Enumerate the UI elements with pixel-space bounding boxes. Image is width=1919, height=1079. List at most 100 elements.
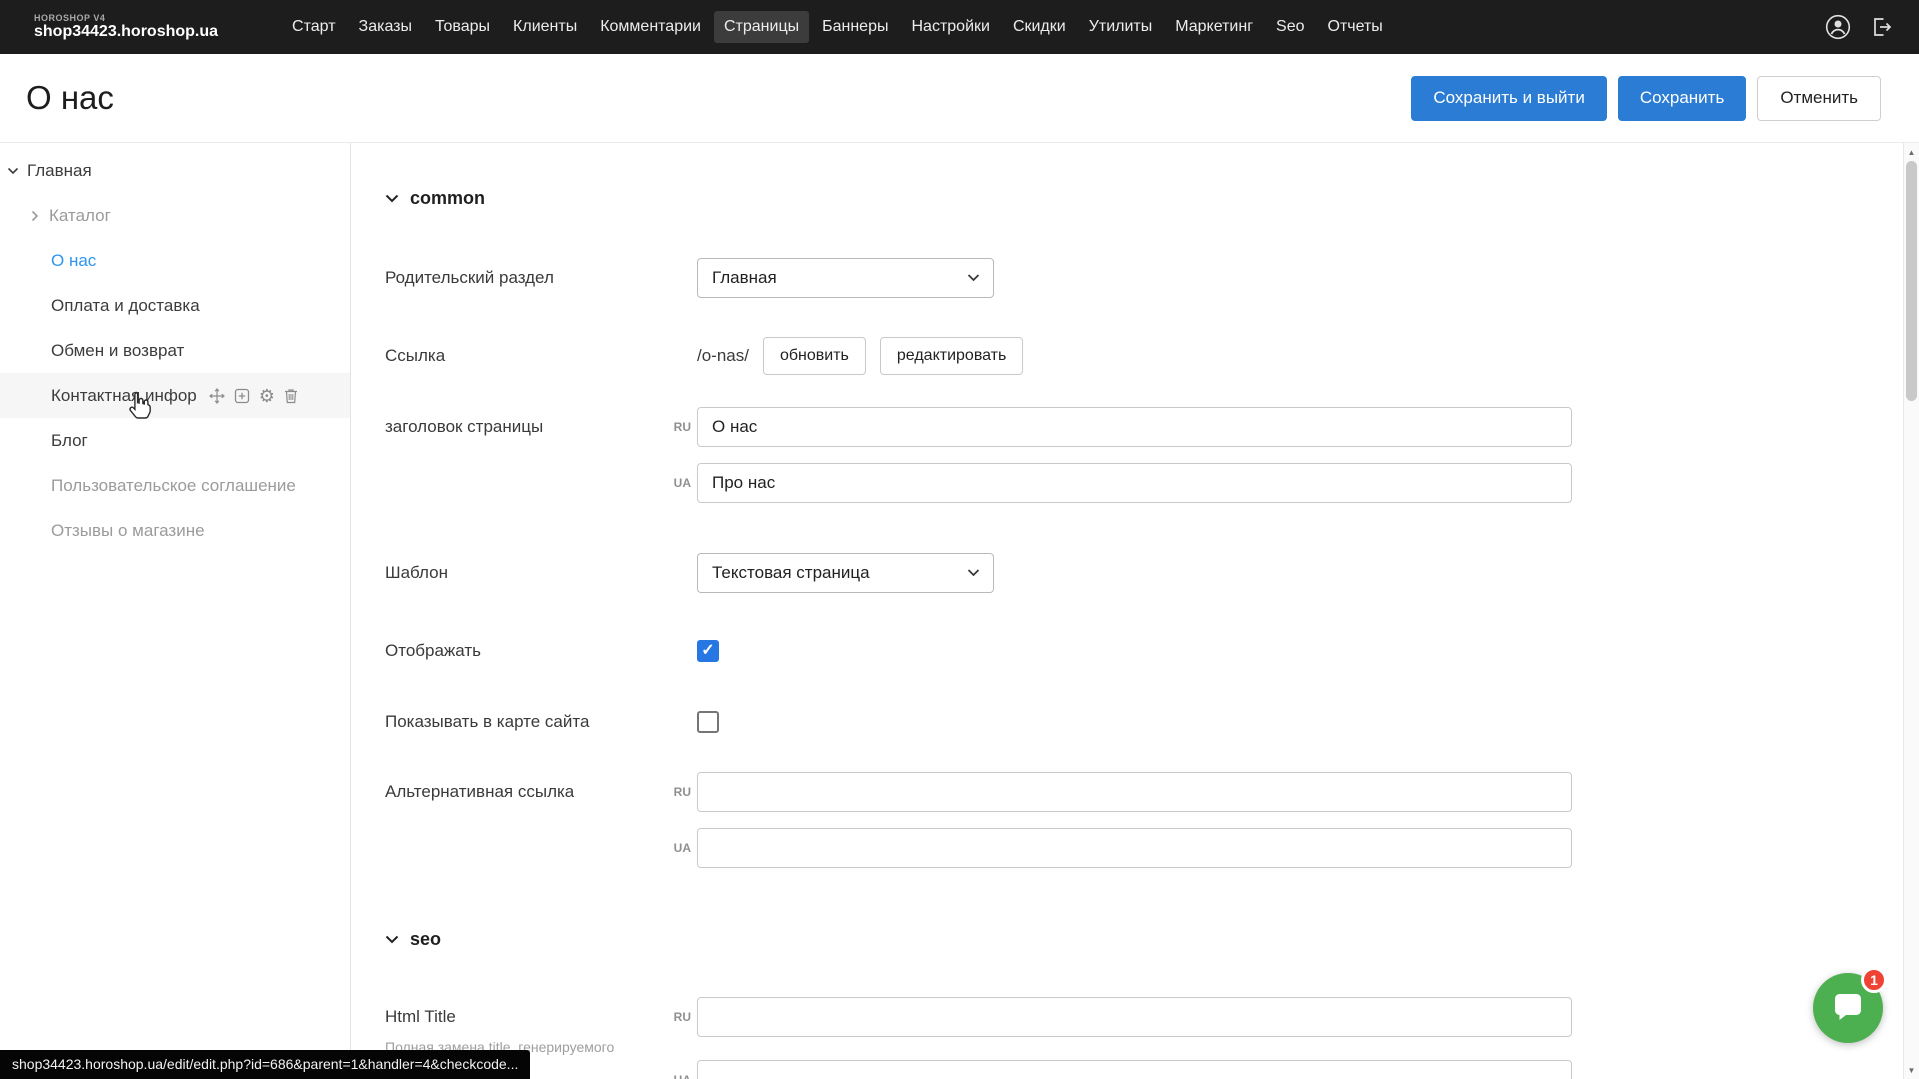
row-page-title-ua: UA	[351, 463, 1899, 503]
menu-item-clients[interactable]: Клиенты	[503, 11, 587, 43]
section-seo[interactable]: seo	[385, 919, 441, 959]
refresh-link-button[interactable]: обновить	[763, 337, 866, 375]
menu-item-utilities[interactable]: Утилиты	[1079, 11, 1163, 43]
topbar-right	[1825, 14, 1893, 40]
html-title-ua-input[interactable]	[697, 1060, 1572, 1079]
menu-item-orders[interactable]: Заказы	[349, 11, 422, 43]
menu-item-start[interactable]: Старт	[282, 11, 345, 43]
row-alt-link-ua: UA	[351, 828, 1899, 868]
section-common[interactable]: common	[385, 178, 485, 218]
menu-item-banners[interactable]: Баннеры	[812, 11, 898, 43]
status-url: shop34423.horoshop.ua/edit/edit.php?id=6…	[0, 1050, 530, 1079]
chevron-right-icon[interactable]	[28, 210, 42, 222]
scroll-up-arrow[interactable]: ▲	[1904, 144, 1919, 160]
link-path: /o-nas/	[697, 346, 749, 366]
template-value: Текстовая страница	[712, 563, 870, 583]
sidebar-item-store-reviews[interactable]: Отзывы о магазине	[0, 508, 350, 553]
logout-icon[interactable]	[1869, 15, 1893, 39]
link-label: Ссылка	[385, 346, 445, 366]
cancel-button[interactable]: Отменить	[1757, 76, 1881, 121]
sidebar: Главная Каталог О нас Оплата и доставка …	[0, 143, 351, 1079]
sidebar-item-label: Пользовательское соглашение	[51, 476, 296, 496]
settings-icon[interactable]: ⚙	[259, 387, 275, 405]
edit-link-button[interactable]: редактировать	[880, 337, 1023, 375]
sitemap-label: Показывать в карте сайта	[385, 712, 589, 732]
topbar: HOROSHOP V4 shop34423.horoshop.ua Старт …	[0, 0, 1919, 54]
alt-link-ru-input[interactable]	[697, 772, 1572, 812]
parent-section-label: Родительский раздел	[385, 268, 554, 288]
row-parent-section: Родительский раздел Главная	[351, 258, 1899, 298]
menu-item-settings[interactable]: Настройки	[901, 11, 999, 43]
scrollbar-thumb[interactable]	[1906, 161, 1917, 401]
menu-item-discounts[interactable]: Скидки	[1003, 11, 1076, 43]
menu-item-products[interactable]: Товары	[425, 11, 500, 43]
page-title-ua-input[interactable]	[697, 463, 1572, 503]
alt-link-ua-input[interactable]	[697, 828, 1572, 868]
form-area: common Родительский раздел Главная Ссылк…	[351, 143, 1919, 1079]
sidebar-item-home[interactable]: Главная	[0, 148, 350, 193]
sidebar-item-label: Оплата и доставка	[51, 296, 200, 316]
lang-ru-label: RU	[647, 785, 691, 799]
chevron-down-icon	[385, 935, 399, 944]
row-display: Отображать	[351, 631, 1899, 671]
save-exit-button[interactable]: Сохранить и выйти	[1411, 76, 1606, 121]
brand-logo[interactable]: HOROSHOP V4 shop34423.horoshop.ua	[34, 13, 218, 42]
scroll-down-arrow[interactable]: ▼	[1904, 1062, 1919, 1078]
menu-item-pages[interactable]: Страницы	[714, 11, 809, 43]
alt-link-label: Альтернативная ссылка	[385, 782, 574, 802]
menu-item-marketing[interactable]: Маркетинг	[1165, 11, 1263, 43]
lang-ua-label: UA	[647, 841, 691, 855]
move-icon[interactable]	[209, 388, 225, 404]
chat-widget[interactable]: 1	[1813, 973, 1883, 1043]
brand-domain: shop34423.horoshop.ua	[34, 23, 218, 41]
lang-ru-label: RU	[647, 420, 691, 434]
sidebar-item-blog[interactable]: Блог	[0, 418, 350, 463]
delete-icon[interactable]	[284, 388, 298, 404]
parent-section-select[interactable]: Главная	[697, 258, 994, 298]
html-title-label: Html Title	[385, 1007, 456, 1027]
chevron-down-icon[interactable]	[6, 167, 20, 175]
page-title: О нас	[26, 79, 114, 117]
sidebar-item-catalog[interactable]: Каталог	[0, 193, 350, 238]
sitemap-checkbox[interactable]	[697, 711, 719, 733]
sidebar-item-contacts[interactable]: Контактная инфор ⚙	[0, 373, 350, 418]
sidebar-item-label: Отзывы о магазине	[51, 521, 205, 541]
sidebar-item-label: Главная	[27, 161, 92, 181]
sidebar-item-exchange-return[interactable]: Обмен и возврат	[0, 328, 350, 373]
content: Главная Каталог О нас Оплата и доставка …	[0, 142, 1919, 1079]
menu-item-comments[interactable]: Комментарии	[590, 11, 711, 43]
sidebar-item-user-agreement[interactable]: Пользовательское соглашение	[0, 463, 350, 508]
template-select[interactable]: Текстовая страница	[697, 553, 994, 593]
row-sitemap: Показывать в карте сайта	[351, 702, 1899, 742]
row-link: Ссылка /o-nas/ обновить редактировать	[351, 336, 1899, 376]
row-html-title-ru: Html Title RU	[351, 997, 1899, 1037]
chat-bubble-icon	[1831, 992, 1865, 1024]
sidebar-item-about[interactable]: О нас	[0, 238, 350, 283]
save-button[interactable]: Сохранить	[1618, 76, 1746, 121]
sidebar-item-payment-delivery[interactable]: Оплата и доставка	[0, 283, 350, 328]
page-title-label: заголовок страницы	[385, 417, 543, 437]
main-menu: Старт Заказы Товары Клиенты Комментарии …	[282, 11, 1393, 43]
page-title-ru-input[interactable]	[697, 407, 1572, 447]
menu-item-reports[interactable]: Отчеты	[1318, 11, 1393, 43]
sidebar-item-label: Обмен и возврат	[51, 341, 184, 361]
sidebar-item-label: Каталог	[49, 206, 111, 226]
display-checkbox[interactable]	[697, 640, 719, 662]
sidebar-item-label: Блог	[51, 431, 88, 451]
parent-section-value: Главная	[712, 268, 777, 288]
tree-item-actions: ⚙	[209, 387, 298, 405]
account-icon[interactable]	[1825, 14, 1851, 40]
menu-item-seo[interactable]: Seo	[1266, 11, 1314, 43]
header-actions: Сохранить и выйти Сохранить Отменить	[1411, 76, 1881, 121]
sidebar-item-label: О нас	[51, 251, 96, 271]
chat-badge: 1	[1861, 967, 1887, 993]
row-page-title-ru: заголовок страницы RU	[351, 407, 1899, 447]
html-title-ru-input[interactable]	[697, 997, 1572, 1037]
chevron-down-icon	[967, 274, 980, 282]
vertical-scrollbar[interactable]: ▲ ▼	[1903, 143, 1919, 1079]
lang-ua-label: UA	[647, 476, 691, 490]
lang-ru-label: RU	[647, 1010, 691, 1024]
section-seo-label: seo	[410, 929, 441, 950]
template-label: Шаблон	[385, 563, 448, 583]
add-icon[interactable]	[234, 388, 250, 404]
